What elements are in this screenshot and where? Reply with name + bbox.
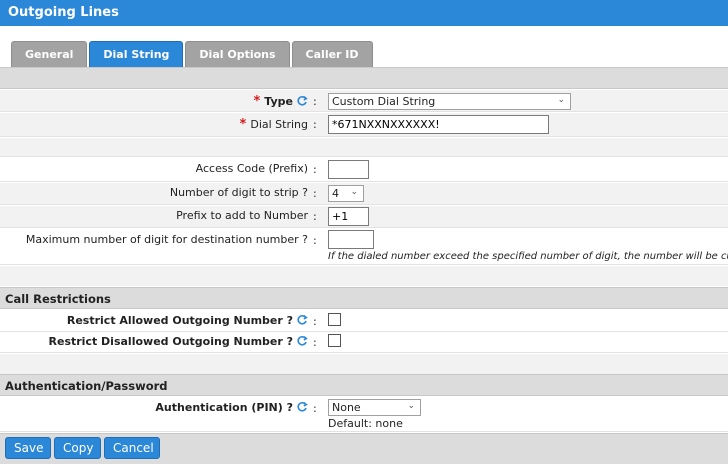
chevron-down-icon: ⌄ [407, 401, 415, 411]
restrict-allowed-checkbox[interactable] [328, 313, 341, 326]
restrict-allowed-label-group: Restrict Allowed Outgoing Number ? [67, 314, 308, 329]
access-code-row: Access Code (Prefix) : [0, 158, 728, 182]
chevron-down-icon: ⌄ [557, 95, 565, 105]
refresh-icon[interactable] [296, 401, 308, 416]
auth-pin-select[interactable]: None ⌄ [328, 399, 421, 416]
spacer [0, 266, 728, 286]
tab-general[interactable]: General [11, 41, 88, 67]
colon: : [313, 163, 317, 176]
type-label: Type [264, 95, 293, 108]
dial-string-label: Dial String [250, 118, 308, 131]
authentication-header: Authentication/Password [0, 374, 728, 396]
auth-pin-label-group: Authentication (PIN) ? [155, 401, 308, 416]
dial-string-input[interactable] [328, 115, 549, 134]
refresh-icon[interactable] [296, 335, 308, 350]
digits-strip-row: Number of digit to strip ? : 4 ⌄ [0, 183, 728, 205]
max-digits-row: Maximum number of digit for destination … [0, 229, 728, 265]
max-digits-input[interactable] [328, 230, 374, 249]
auth-pin-default: Default: none [328, 417, 403, 430]
type-select[interactable]: Custom Dial String ⌄ [328, 93, 571, 110]
colon: : [313, 118, 317, 131]
colon: : [313, 187, 317, 200]
type-label-group: * Type [253, 94, 308, 110]
restrict-disallowed-label-group: Restrict Disallowed Outgoing Number ? [49, 335, 308, 350]
auth-pin-value: None [332, 401, 361, 414]
prefix-add-row: Prefix to add to Number : [0, 206, 728, 228]
max-digits-label: Maximum number of digit for destination … [25, 233, 308, 246]
restrict-disallowed-row: Restrict Disallowed Outgoing Number ? : [0, 333, 728, 353]
tab-dial-options[interactable]: Dial Options [185, 41, 290, 67]
access-code-label: Access Code (Prefix) [195, 162, 308, 175]
window-title-bar: Outgoing Lines [0, 0, 728, 26]
tab-caller-id[interactable]: Caller ID [291, 41, 373, 67]
save-button[interactable]: Save [5, 437, 51, 459]
colon: : [313, 210, 317, 223]
window-title: Outgoing Lines [8, 5, 119, 20]
prefix-add-input[interactable] [328, 207, 369, 226]
restrict-allowed-row: Restrict Allowed Outgoing Number ? : [0, 310, 728, 332]
colon: : [313, 95, 317, 108]
type-row: * Type : Custom Dial String ⌄ [0, 90, 728, 112]
spacer [0, 138, 728, 157]
prefix-add-label: Prefix to add to Number [176, 209, 308, 222]
type-select-value: Custom Dial String [332, 95, 436, 108]
chevron-down-icon: ⌄ [350, 187, 358, 197]
digits-strip-label: Number of digit to strip ? [169, 186, 308, 199]
access-code-input[interactable] [328, 160, 369, 179]
auth-pin-row: Authentication (PIN) ? : None ⌄ Default:… [0, 397, 728, 432]
tab-dial-string[interactable]: Dial String [89, 41, 184, 67]
colon: : [313, 402, 317, 415]
spacer [0, 354, 728, 374]
dial-string-row: * Dial String : [0, 113, 728, 137]
refresh-icon[interactable] [296, 314, 308, 329]
colon: : [313, 336, 317, 349]
digits-strip-value: 4 [332, 187, 339, 200]
required-mark: * [239, 117, 247, 132]
restrict-disallowed-label: Restrict Disallowed Outgoing Number ? [48, 335, 293, 348]
copy-button[interactable]: Copy [54, 437, 101, 459]
dial-string-label-group: * Dial String [240, 117, 308, 132]
restrict-disallowed-checkbox[interactable] [328, 334, 341, 347]
tab-bar: General Dial String Dial Options Caller … [11, 41, 373, 67]
colon: : [313, 315, 317, 328]
digits-strip-select[interactable]: 4 ⌄ [328, 185, 364, 202]
auth-pin-label: Authentication (PIN) ? [155, 401, 293, 414]
call-restrictions-header: Call Restrictions [0, 287, 728, 309]
colon: : [313, 234, 317, 247]
refresh-icon[interactable] [296, 95, 308, 110]
required-mark: * [253, 94, 261, 109]
max-digits-note: If the dialed number exceed the specifie… [328, 251, 728, 262]
tab-content-header [0, 67, 728, 89]
restrict-allowed-label: Restrict Allowed Outgoing Number ? [66, 314, 293, 327]
cancel-button[interactable]: Cancel [104, 437, 160, 459]
